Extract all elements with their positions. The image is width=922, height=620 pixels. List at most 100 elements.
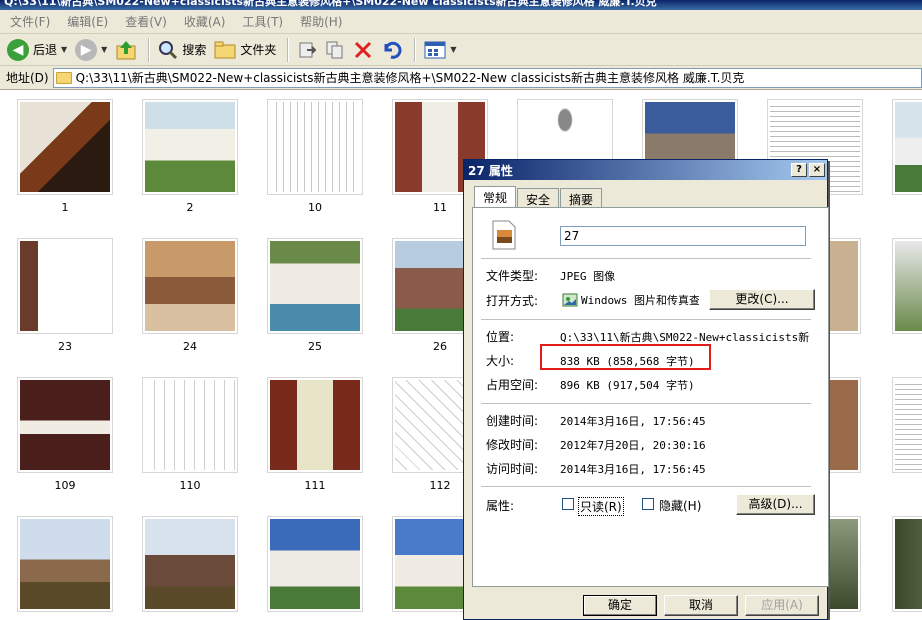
thumbnail-partial[interactable] — [892, 516, 922, 612]
open-with-value: Windows 图片和传真查看器 — [581, 294, 699, 307]
up-folder-button[interactable] — [112, 36, 140, 64]
file-type-label: 文件类型: — [486, 269, 539, 283]
thumbnail-caption: 109 — [54, 479, 76, 492]
file-type-value: JPEG 图像 — [560, 270, 616, 283]
up-folder-icon — [116, 40, 136, 59]
undo-button[interactable] — [378, 36, 406, 64]
thumbnail-10[interactable] — [267, 99, 363, 195]
thumbnail-partial[interactable] — [892, 99, 922, 195]
search-icon — [159, 40, 178, 59]
thumbnail-row4-2[interactable] — [142, 516, 238, 612]
back-arrow-icon: ◀ — [7, 38, 29, 61]
tab-summary[interactable]: 摘要 — [560, 188, 603, 208]
created-label: 创建时间: — [486, 414, 539, 428]
open-with-label: 打开方式: — [486, 294, 539, 308]
thumbnail-caption: 25 — [308, 340, 322, 353]
chevron-down-icon[interactable]: ▼ — [61, 45, 67, 54]
modified-value: 2012年7月20日, 20:30:16 — [560, 439, 706, 452]
chevron-down-icon[interactable]: ▼ — [450, 45, 456, 54]
thumbnail-109[interactable] — [17, 377, 113, 473]
back-button[interactable]: ◀ 后退 ▼ — [4, 36, 70, 64]
thumbnail-caption: 111 — [304, 479, 326, 492]
toolbar: ◀ 后退 ▼ ▶ ▼ 搜索 文件夹 ▼ — [0, 34, 922, 66]
thumbnail-caption: 110 — [179, 479, 201, 492]
thumbnail-caption: 10 — [308, 201, 322, 214]
undo-icon — [384, 41, 402, 59]
thumbnail-partial[interactable] — [827, 377, 861, 473]
thumbnail-2[interactable] — [142, 99, 238, 195]
views-button[interactable]: ▼ — [421, 36, 459, 64]
menu-tools[interactable]: 工具(T) — [236, 13, 294, 30]
thumbnail-partial[interactable] — [827, 516, 861, 612]
menu-edit[interactable]: 编辑(E) — [61, 13, 119, 30]
divider — [481, 319, 811, 320]
location-label: 位置: — [486, 330, 515, 344]
menu-file[interactable]: 文件(F) — [4, 13, 61, 30]
forward-arrow-icon: ▶ — [75, 38, 98, 61]
views-icon — [424, 41, 446, 58]
apply-button[interactable]: 应用(A) — [745, 595, 819, 616]
copy-to-icon — [326, 41, 343, 58]
filename-input[interactable]: 27 — [560, 226, 806, 246]
folder-icon — [55, 71, 72, 84]
toolbar-separator — [148, 37, 150, 62]
search-button[interactable]: 搜索 — [155, 36, 209, 64]
menu-help[interactable]: 帮助(H) — [294, 13, 353, 30]
dialog-tabs: 常规 安全 摘要 — [474, 186, 603, 208]
toolbar-separator — [414, 37, 416, 62]
attributes-label: 属性: — [486, 499, 515, 513]
image-viewer-icon — [562, 293, 578, 307]
dialog-title-bar[interactable]: 27 属性 ? × — [464, 160, 827, 180]
menu-bar: 文件(F) 编辑(E) 查看(V) 收藏(A) 工具(T) 帮助(H) — [0, 10, 922, 34]
cancel-button[interactable]: 取消 — [664, 595, 738, 616]
search-label: 搜索 — [182, 43, 207, 57]
location-value: Q:\33\11\新古典\SM022-New+classicists新古 — [560, 331, 810, 344]
tab-general[interactable]: 常规 — [474, 186, 517, 208]
thumbnail-row4-3[interactable] — [267, 516, 363, 612]
thumbnail-1[interactable] — [17, 99, 113, 195]
thumbnail-partial[interactable] — [892, 238, 922, 334]
thumbnail-row4-1[interactable] — [17, 516, 113, 612]
delete-x-icon — [355, 41, 372, 58]
accessed-value: 2014年3月16日, 17:56:45 — [560, 463, 706, 476]
advanced-button[interactable]: 高级(D)... — [736, 494, 815, 515]
hidden-checkbox[interactable] — [642, 498, 654, 510]
thumbnail-partial[interactable] — [827, 238, 861, 334]
thumbnail-111[interactable] — [267, 377, 363, 473]
thumbnail-24[interactable] — [142, 238, 238, 334]
folder-icon — [214, 41, 236, 58]
hidden-label[interactable]: 隐藏(H) — [659, 497, 701, 514]
back-label: 后退 — [33, 43, 58, 57]
menu-view[interactable]: 查看(V) — [119, 13, 178, 30]
folders-button[interactable]: 文件夹 — [211, 36, 279, 64]
close-button[interactable]: × — [809, 163, 825, 177]
filename-value: 27 — [564, 229, 580, 243]
ok-button[interactable]: 确定 — [583, 595, 657, 616]
thumbnail-23[interactable] — [17, 238, 113, 334]
help-button[interactable]: ? — [791, 163, 807, 177]
move-to-icon — [299, 42, 317, 57]
address-label: 地址(D) — [6, 71, 49, 85]
thumbnail-25[interactable] — [267, 238, 363, 334]
divider — [481, 258, 811, 259]
copy-to-button[interactable] — [322, 36, 348, 64]
thumbnail-partial[interactable] — [892, 377, 922, 473]
dialog-title: 27 属性 — [468, 163, 513, 178]
delete-button[interactable] — [350, 36, 376, 64]
thumbnail-caption: 2 — [186, 201, 194, 214]
change-button[interactable]: 更改(C)... — [709, 289, 815, 310]
properties-dialog: 27 属性 ? × 常规 安全 摘要 27 文件类型: JPEG 图像 打开方式… — [463, 159, 829, 620]
menu-favorites[interactable]: 收藏(A) — [178, 13, 237, 30]
modified-label: 修改时间: — [486, 438, 539, 452]
thumbnail-110[interactable] — [142, 377, 238, 473]
address-input[interactable]: Q:\33\11\新古典\SM022-New+classicists新古典主意装… — [52, 67, 922, 88]
readonly-label[interactable]: 只读(R) — [578, 497, 624, 516]
move-to-button[interactable] — [294, 36, 320, 64]
forward-button[interactable]: ▶ ▼ — [72, 36, 110, 64]
chevron-down-icon[interactable]: ▼ — [101, 45, 107, 54]
tab-security[interactable]: 安全 — [517, 188, 560, 208]
created-value: 2014年3月16日, 17:56:45 — [560, 415, 706, 428]
general-panel: 27 文件类型: JPEG 图像 打开方式: Windows 图片和传真查看器 … — [472, 207, 829, 587]
readonly-checkbox[interactable] — [562, 498, 574, 510]
size-label: 大小: — [486, 354, 515, 368]
